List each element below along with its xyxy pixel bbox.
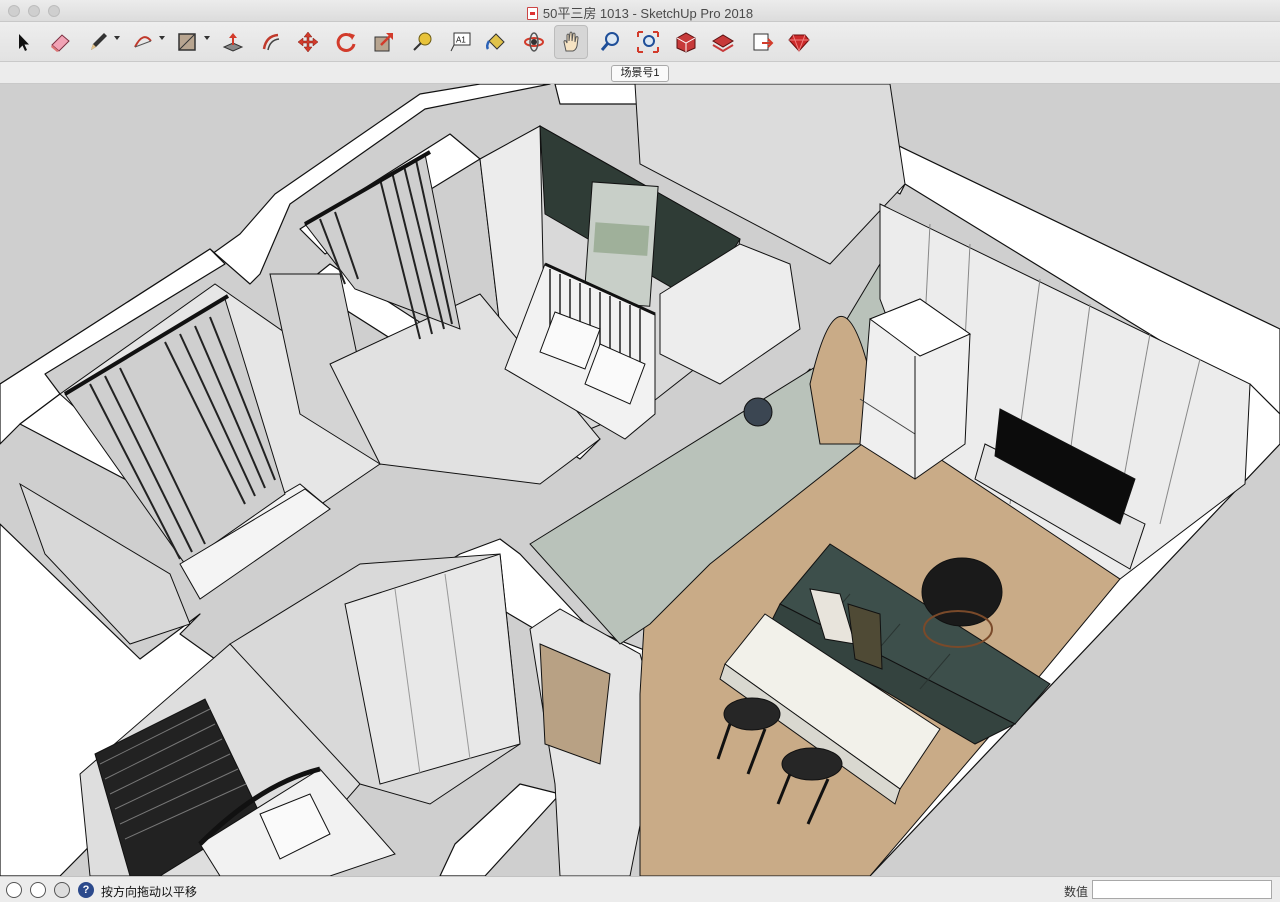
layout-icon xyxy=(753,33,774,51)
rotate-tool-button[interactable] xyxy=(329,25,363,59)
model-drawing xyxy=(0,84,1280,876)
hand-icon xyxy=(563,31,579,52)
push-pull-icon xyxy=(222,33,244,52)
status-bar: ? 按方向拖动以平移 数值 xyxy=(0,876,1280,902)
tape-measure-tool-button[interactable] xyxy=(405,25,439,59)
measurements-label: 数值 xyxy=(1064,885,1089,899)
warehouse-icon xyxy=(676,32,696,53)
arc-tool-dropdown[interactable] xyxy=(159,36,165,40)
instructor-help-icon[interactable]: ? xyxy=(78,882,94,898)
offset-icon xyxy=(262,33,280,51)
pan-tool-button[interactable] xyxy=(554,25,588,59)
magnifier-icon xyxy=(600,32,619,51)
eraser-tool-button[interactable] xyxy=(43,25,77,59)
eraser-icon xyxy=(51,34,70,52)
main-toolbar: A1 xyxy=(0,22,1280,62)
extension-warehouse-tool-button[interactable] xyxy=(706,25,740,59)
geolocation-icon[interactable] xyxy=(6,882,22,898)
zoom-extents-tool-button[interactable] xyxy=(631,25,665,59)
3d-warehouse-tool-button[interactable] xyxy=(669,25,703,59)
scene-tab-1[interactable]: 场景号1 xyxy=(611,65,669,82)
select-tool-button[interactable] xyxy=(6,25,40,59)
paint-bucket-tool-button[interactable] xyxy=(479,25,513,59)
orbit-icon xyxy=(524,32,544,52)
title-bar: 50平三房 1013 - SketchUp Pro 2018 xyxy=(0,0,1280,22)
text-icon: A1 xyxy=(450,32,471,52)
status-message: 按方向拖动以平移 xyxy=(101,885,198,899)
line-tool-dropdown[interactable] xyxy=(114,36,120,40)
scale-icon xyxy=(374,33,393,52)
rotate-icon xyxy=(336,32,356,52)
rectangle-tool-dropdown[interactable] xyxy=(204,36,210,40)
text-tool-glyph: A1 xyxy=(456,36,466,45)
extension-warehouse-icon xyxy=(712,34,734,53)
layout-tool-button[interactable] xyxy=(745,25,779,59)
ruby-console-tool-button[interactable] xyxy=(782,25,816,59)
line-tool-button[interactable] xyxy=(81,25,115,59)
arc-icon xyxy=(134,36,152,48)
offset-tool-button[interactable] xyxy=(254,25,288,59)
model-viewport[interactable] xyxy=(0,84,1280,876)
zoom-extents-icon xyxy=(637,31,659,53)
push-pull-tool-button[interactable] xyxy=(216,25,250,59)
window-title-wrap: 50平三房 1013 - SketchUp Pro 2018 xyxy=(0,3,1280,22)
scene-tab-bar: 场景号1 xyxy=(0,62,1280,84)
ruby-icon xyxy=(788,34,810,53)
orbit-tool-button[interactable] xyxy=(517,25,551,59)
paint-bucket-icon xyxy=(485,33,505,50)
move-icon xyxy=(297,31,319,53)
rectangle-tool-button[interactable] xyxy=(170,25,204,59)
tape-measure-icon xyxy=(413,32,432,51)
pencil-icon xyxy=(91,33,107,50)
scale-tool-button[interactable] xyxy=(367,25,401,59)
document-icon xyxy=(526,7,538,20)
user-account-icon[interactable] xyxy=(54,882,70,898)
measurements-input[interactable] xyxy=(1092,880,1272,899)
window-title: 50平三房 1013 - SketchUp Pro 2018 xyxy=(542,6,754,21)
move-tool-button[interactable] xyxy=(291,25,325,59)
zoom-tool-button[interactable] xyxy=(593,25,627,59)
text-tool-button[interactable]: A1 xyxy=(443,25,477,59)
rectangle-icon xyxy=(178,33,196,51)
arrow-cursor-icon xyxy=(19,34,29,51)
credits-icon[interactable] xyxy=(30,882,46,898)
arc-tool-button[interactable] xyxy=(126,25,160,59)
